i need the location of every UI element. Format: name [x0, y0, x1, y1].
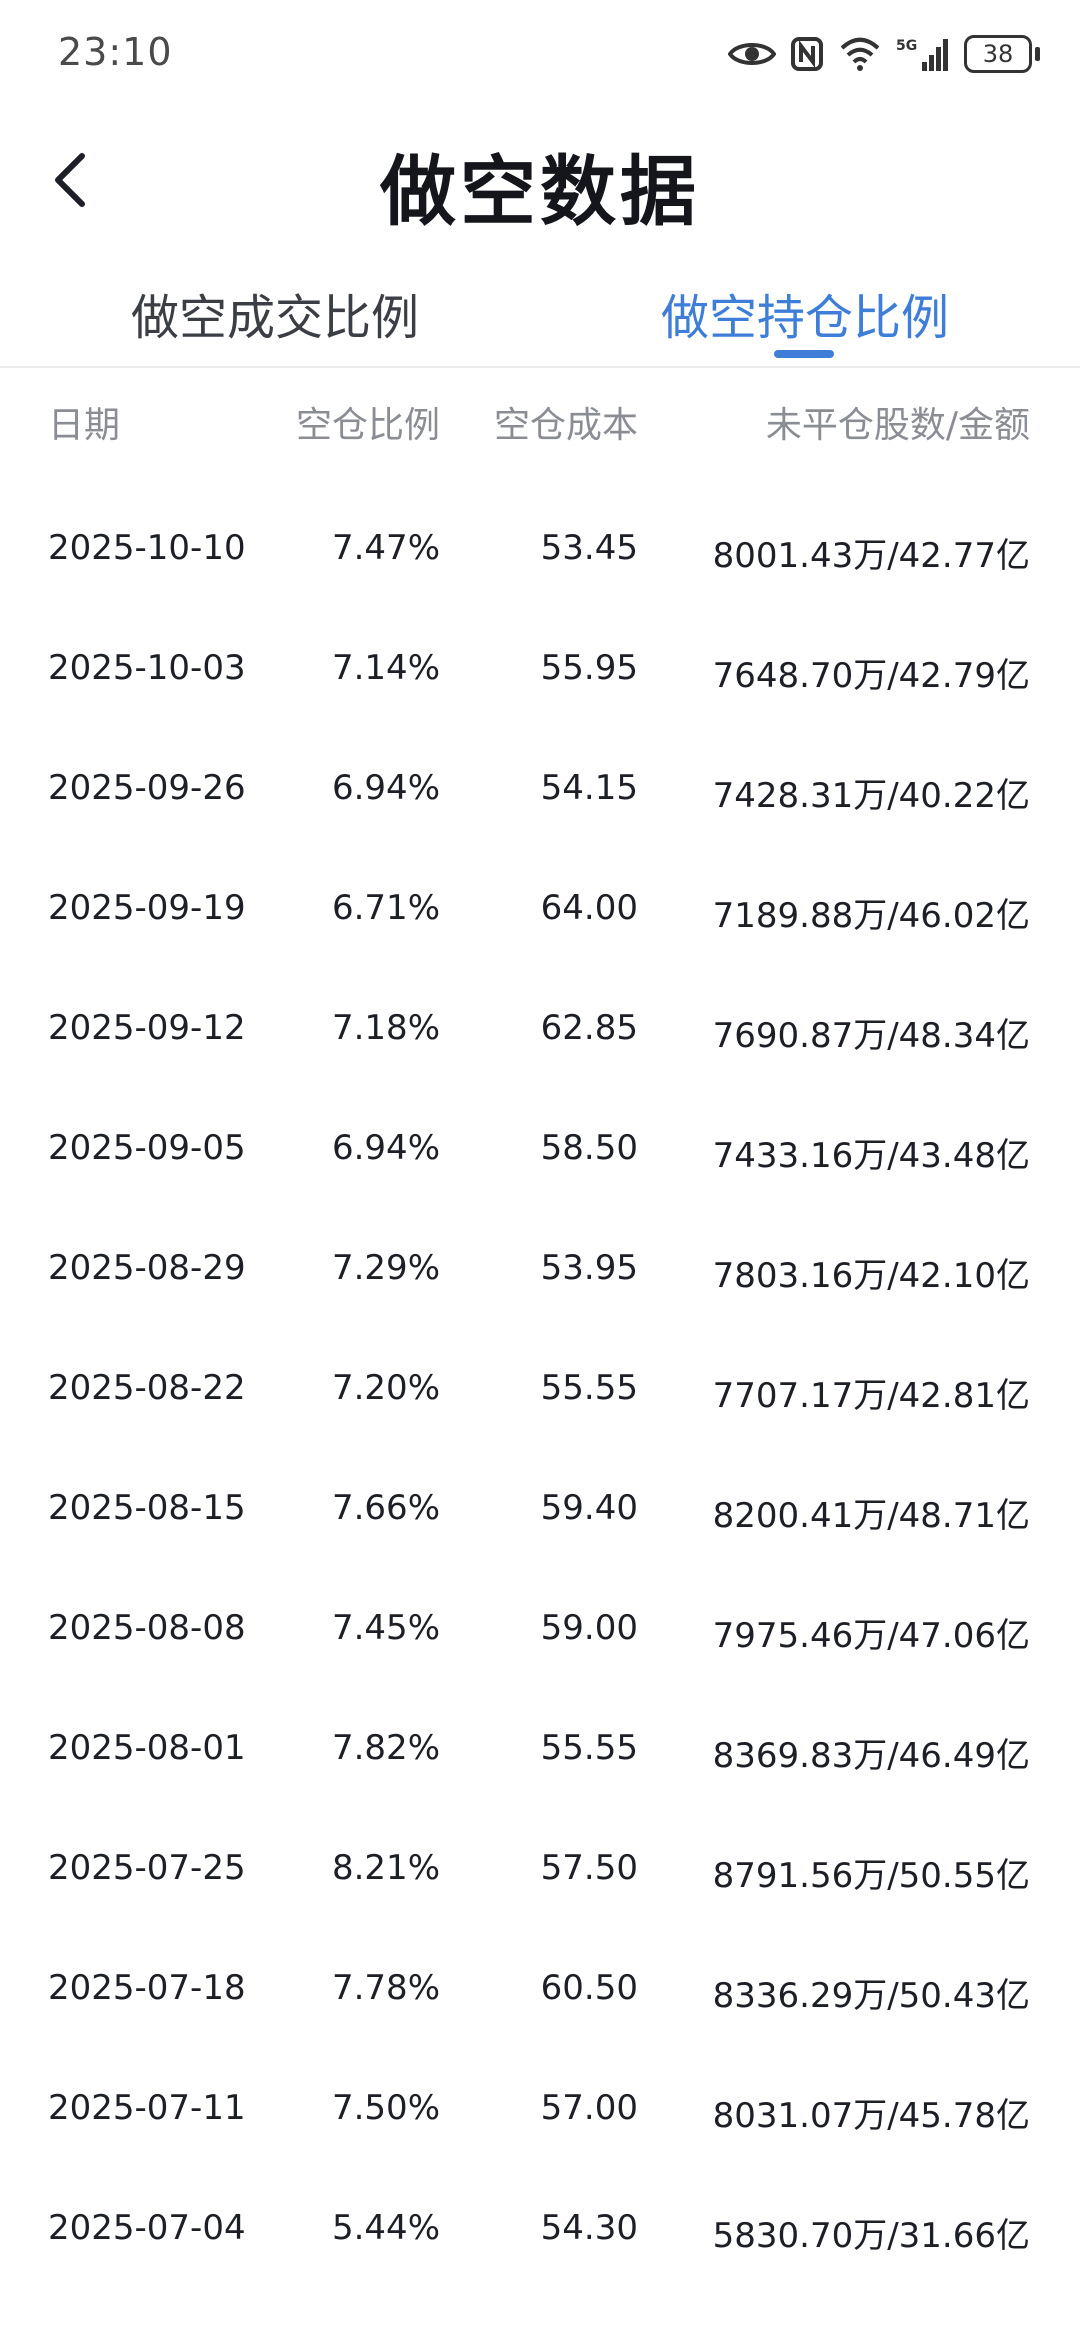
- battery-icon: 38: [964, 35, 1040, 73]
- cell-date: 2025-10-03: [48, 648, 246, 688]
- cell-short-ratio: 7.82%: [331, 1728, 440, 1768]
- cell-short-ratio: 6.71%: [331, 888, 440, 928]
- cell-short-cost: 57.00: [540, 2088, 638, 2128]
- cell-short-ratio: 8.21%: [331, 1848, 440, 1888]
- cell-short-cost: 58.50: [540, 1128, 638, 1168]
- table-row[interactable]: 2025-07-04 5.44% 54.30 5830.70万/31.66亿: [0, 2180, 1080, 2300]
- table-row[interactable]: 2025-09-12 7.18% 62.85 7690.87万/48.34亿: [0, 980, 1080, 1100]
- tab-bar: 做空成交比例 做空持仓比例: [0, 270, 1080, 368]
- table-row[interactable]: 2025-08-01 7.82% 55.55 8369.83万/46.49亿: [0, 1700, 1080, 1820]
- cell-short-cost: 55.55: [540, 1728, 638, 1768]
- cell-open-shares-amount: 8336.29万/50.43亿: [712, 1976, 1030, 2016]
- cell-short-cost: 59.00: [540, 1608, 638, 1648]
- cell-open-shares-amount: 7975.46万/47.06亿: [712, 1616, 1030, 1656]
- cell-date: 2025-09-05: [48, 1128, 246, 1168]
- column-header-short-cost: 空仓成本: [493, 405, 638, 446]
- cell-short-ratio: 7.18%: [331, 1008, 440, 1048]
- cell-date: 2025-08-01: [48, 1728, 246, 1768]
- cell-open-shares-amount: 8369.83万/46.49亿: [712, 1736, 1030, 1776]
- cell-open-shares-amount: 8791.56万/50.55亿: [712, 1856, 1030, 1896]
- table-header: 日期 空仓比例 空仓成本 未平仓股数/金额: [0, 396, 1080, 466]
- nfc-icon: [790, 36, 824, 72]
- status-icons: 5G 38: [728, 30, 1040, 78]
- cell-short-ratio: 7.14%: [331, 648, 440, 688]
- cell-short-ratio: 7.45%: [331, 1608, 440, 1648]
- cell-short-cost: 64.00: [540, 888, 638, 928]
- header: 做空数据: [0, 120, 1080, 240]
- cell-date: 2025-08-15: [48, 1488, 246, 1528]
- table-row[interactable]: 2025-08-15 7.66% 59.40 8200.41万/48.71亿: [0, 1460, 1080, 1580]
- table-row[interactable]: 2025-10-10 7.47% 53.45 8001.43万/42.77亿: [0, 500, 1080, 620]
- cell-short-cost: 62.85: [540, 1008, 638, 1048]
- battery-tip: [1035, 47, 1040, 61]
- table-row[interactable]: 2025-09-05 6.94% 58.50 7433.16万/43.48亿: [0, 1100, 1080, 1220]
- column-header-open-shares-amount: 未平仓股数/金额: [765, 405, 1030, 446]
- page-title: 做空数据: [380, 147, 700, 236]
- cell-short-cost: 55.95: [540, 648, 638, 688]
- cell-short-ratio: 7.29%: [331, 1248, 440, 1288]
- svg-text:5G: 5G: [896, 38, 917, 54]
- table-row[interactable]: 2025-09-26 6.94% 54.15 7428.31万/40.22亿: [0, 740, 1080, 860]
- cell-date: 2025-09-12: [48, 1008, 246, 1048]
- cell-open-shares-amount: 7803.16万/42.10亿: [712, 1256, 1030, 1296]
- cell-open-shares-amount: 8031.07万/45.78亿: [712, 2096, 1030, 2136]
- cell-short-ratio: 7.20%: [331, 1368, 440, 1408]
- cell-date: 2025-08-22: [48, 1368, 246, 1408]
- cell-short-ratio: 7.50%: [331, 2088, 440, 2128]
- status-time: 23:10: [58, 30, 173, 74]
- cell-short-cost: 53.95: [540, 1248, 638, 1288]
- cell-date: 2025-09-26: [48, 768, 246, 808]
- cell-short-cost: 54.30: [540, 2208, 638, 2248]
- cell-open-shares-amount: 7189.88万/46.02亿: [712, 896, 1030, 936]
- cell-date: 2025-09-19: [48, 888, 246, 928]
- cell-open-shares-amount: 7428.31万/40.22亿: [712, 776, 1030, 816]
- cell-short-ratio: 6.94%: [331, 1128, 440, 1168]
- cell-short-cost: 53.45: [540, 528, 638, 568]
- 5g-signal-icon: 5G: [896, 36, 950, 72]
- active-tab-indicator: [774, 350, 834, 358]
- table-row[interactable]: 2025-08-29 7.29% 53.95 7803.16万/42.10亿: [0, 1220, 1080, 1340]
- column-header-short-ratio: 空仓比例: [295, 405, 440, 446]
- cell-short-cost: 60.50: [540, 1968, 638, 2008]
- battery-level: 38: [964, 35, 1032, 73]
- cell-open-shares-amount: 8200.41万/48.71亿: [712, 1496, 1030, 1536]
- cell-short-cost: 54.15: [540, 768, 638, 808]
- column-header-date: 日期: [48, 405, 121, 446]
- table-row[interactable]: 2025-07-25 8.21% 57.50 8791.56万/50.55亿: [0, 1820, 1080, 1940]
- cell-short-cost: 59.40: [540, 1488, 638, 1528]
- cell-open-shares-amount: 5830.70万/31.66亿: [712, 2216, 1030, 2256]
- tab-short-volume-ratio[interactable]: 做空成交比例: [5, 278, 545, 348]
- cell-short-ratio: 7.47%: [331, 528, 440, 568]
- table-row[interactable]: 2025-08-08 7.45% 59.00 7975.46万/47.06亿: [0, 1580, 1080, 1700]
- cell-open-shares-amount: 7433.16万/43.48亿: [712, 1136, 1030, 1176]
- cell-open-shares-amount: 7690.87万/48.34亿: [712, 1016, 1030, 1056]
- cell-date: 2025-07-04: [48, 2208, 246, 2248]
- cell-short-cost: 57.50: [540, 1848, 638, 1888]
- table-row[interactable]: 2025-10-03 7.14% 55.95 7648.70万/42.79亿: [0, 620, 1080, 740]
- cell-date: 2025-10-10: [48, 528, 246, 568]
- table-row[interactable]: 2025-07-11 7.50% 57.00 8031.07万/45.78亿: [0, 2060, 1080, 2180]
- table-row[interactable]: 2025-07-18 7.78% 60.50 8336.29万/50.43亿: [0, 1940, 1080, 2060]
- eye-icon: [728, 38, 776, 70]
- cell-short-cost: 55.55: [540, 1368, 638, 1408]
- cell-date: 2025-07-25: [48, 1848, 246, 1888]
- cell-short-ratio: 7.78%: [331, 1968, 440, 2008]
- tab-short-interest-ratio[interactable]: 做空持仓比例: [535, 278, 1075, 348]
- table-row[interactable]: 2025-08-22 7.20% 55.55 7707.17万/42.81亿: [0, 1340, 1080, 1460]
- cell-open-shares-amount: 8001.43万/42.77亿: [712, 536, 1030, 576]
- cell-date: 2025-07-11: [48, 2088, 246, 2128]
- cell-short-ratio: 5.44%: [331, 2208, 440, 2248]
- status-bar: 23:10 5G 38: [0, 0, 1080, 110]
- cell-date: 2025-07-18: [48, 1968, 246, 2008]
- cell-open-shares-amount: 7707.17万/42.81亿: [712, 1376, 1030, 1416]
- cell-date: 2025-08-08: [48, 1608, 246, 1648]
- cell-open-shares-amount: 7648.70万/42.79亿: [712, 656, 1030, 696]
- wifi-icon: [838, 36, 882, 72]
- cell-short-ratio: 7.66%: [331, 1488, 440, 1528]
- cell-short-ratio: 6.94%: [331, 768, 440, 808]
- screen: 23:10 5G 38 做空数据 做空成交比例 做空持仓比例 日期 空仓比例 空…: [0, 0, 1080, 2340]
- table-row[interactable]: 2025-09-19 6.71% 64.00 7189.88万/46.02亿: [0, 860, 1080, 980]
- cell-date: 2025-08-29: [48, 1248, 246, 1288]
